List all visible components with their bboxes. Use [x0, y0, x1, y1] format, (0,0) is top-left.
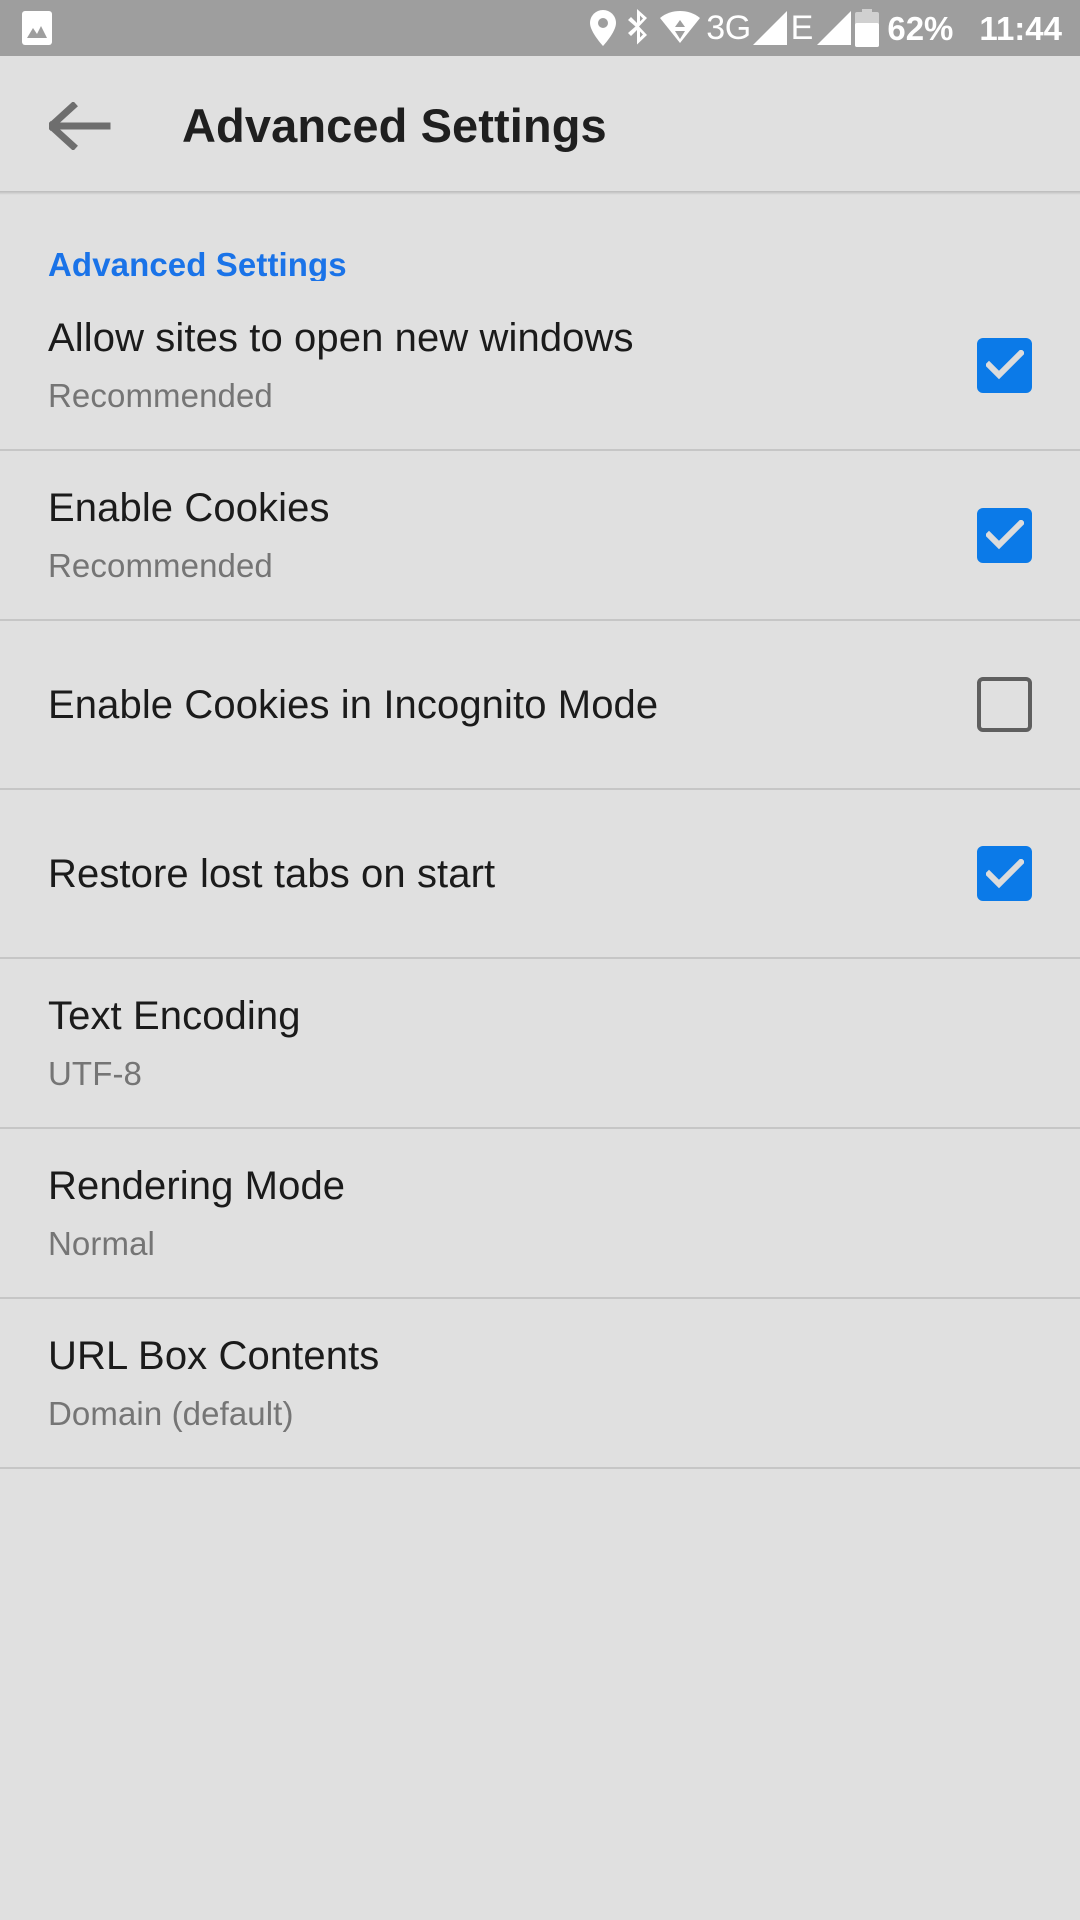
row-title: Rendering Mode — [48, 1164, 346, 1209]
checkmark-icon — [985, 350, 1024, 380]
row-subtitle: Recommended — [48, 377, 273, 415]
checkbox-enable-cookies-incognito[interactable] — [977, 677, 1032, 732]
back-button[interactable] — [45, 91, 115, 161]
checkbox-restore-lost-tabs[interactable] — [977, 846, 1032, 901]
row-subtitle: Recommended — [48, 547, 273, 585]
row-text: Enable Cookies Recommended — [48, 484, 947, 586]
setting-row-restore-lost-tabs[interactable]: Restore lost tabs on start — [0, 790, 1080, 957]
setting-row-enable-cookies[interactable]: Enable Cookies Recommended — [0, 451, 1080, 619]
setting-row-enable-cookies-incognito[interactable]: Enable Cookies in Incognito Mode — [0, 621, 1080, 788]
wifi-icon — [660, 11, 701, 45]
section-header-advanced-settings: Advanced Settings — [48, 246, 347, 283]
location-icon — [590, 10, 617, 46]
row-title: Allow sites to open new windows — [48, 316, 634, 361]
setting-row-allow-sites-open-new-windows[interactable]: Allow sites to open new windows Recommen… — [0, 281, 1080, 449]
signal-bars-icon — [752, 11, 787, 45]
row-text: Rendering Mode Normal — [48, 1162, 1032, 1264]
settings-list: Advanced Settings Allow sites to open ne… — [0, 195, 1080, 1469]
image-icon — [22, 11, 52, 45]
row-title: Restore lost tabs on start — [48, 851, 496, 896]
bluetooth-icon — [626, 9, 650, 47]
row-text: Restore lost tabs on start — [48, 850, 947, 898]
row-subtitle: Domain (default) — [48, 1395, 294, 1433]
row-text: URL Box Contents Domain (default) — [48, 1332, 1032, 1434]
setting-row-text-encoding[interactable]: Text Encoding UTF-8 — [0, 959, 1080, 1127]
setting-row-rendering-mode[interactable]: Rendering Mode Normal — [0, 1129, 1080, 1297]
row-title: Text Encoding — [48, 994, 301, 1039]
checkbox-enable-cookies[interactable] — [977, 507, 1032, 563]
checkmark-icon — [985, 520, 1024, 550]
clock-label: 11:44 — [979, 9, 1062, 47]
row-subtitle: Normal — [48, 1225, 155, 1263]
status-bar: 3G E 62% 11:44 — [0, 0, 1080, 56]
row-text: Enable Cookies in Incognito Mode — [48, 681, 947, 729]
network-type-2-label: E — [790, 8, 814, 47]
checkbox-allow-sites-open-new-windows[interactable] — [977, 337, 1032, 393]
row-text: Text Encoding UTF-8 — [48, 992, 1032, 1094]
status-bar-right-icons: 3G E 62% 11:44 — [590, 9, 1062, 48]
row-title: URL Box Contents — [48, 1334, 380, 1379]
row-text: Allow sites to open new windows Recommen… — [48, 314, 947, 416]
network-type-label: 3G — [706, 8, 751, 47]
row-divider — [0, 1467, 1080, 1469]
battery-icon — [855, 9, 880, 47]
checkmark-icon — [985, 858, 1024, 888]
setting-row-url-box-contents[interactable]: URL Box Contents Domain (default) — [0, 1299, 1080, 1467]
row-title: Enable Cookies — [48, 486, 330, 531]
battery-percent-label: 62% — [887, 9, 954, 47]
page-title: Advanced Settings — [182, 99, 607, 152]
status-bar-left-icons — [22, 11, 52, 45]
row-subtitle: UTF-8 — [48, 1055, 142, 1093]
app-bar: Advanced Settings — [0, 56, 1080, 195]
back-arrow-icon — [49, 101, 111, 150]
signal-bars-2-icon — [817, 11, 852, 45]
row-title: Enable Cookies in Incognito Mode — [48, 682, 659, 727]
